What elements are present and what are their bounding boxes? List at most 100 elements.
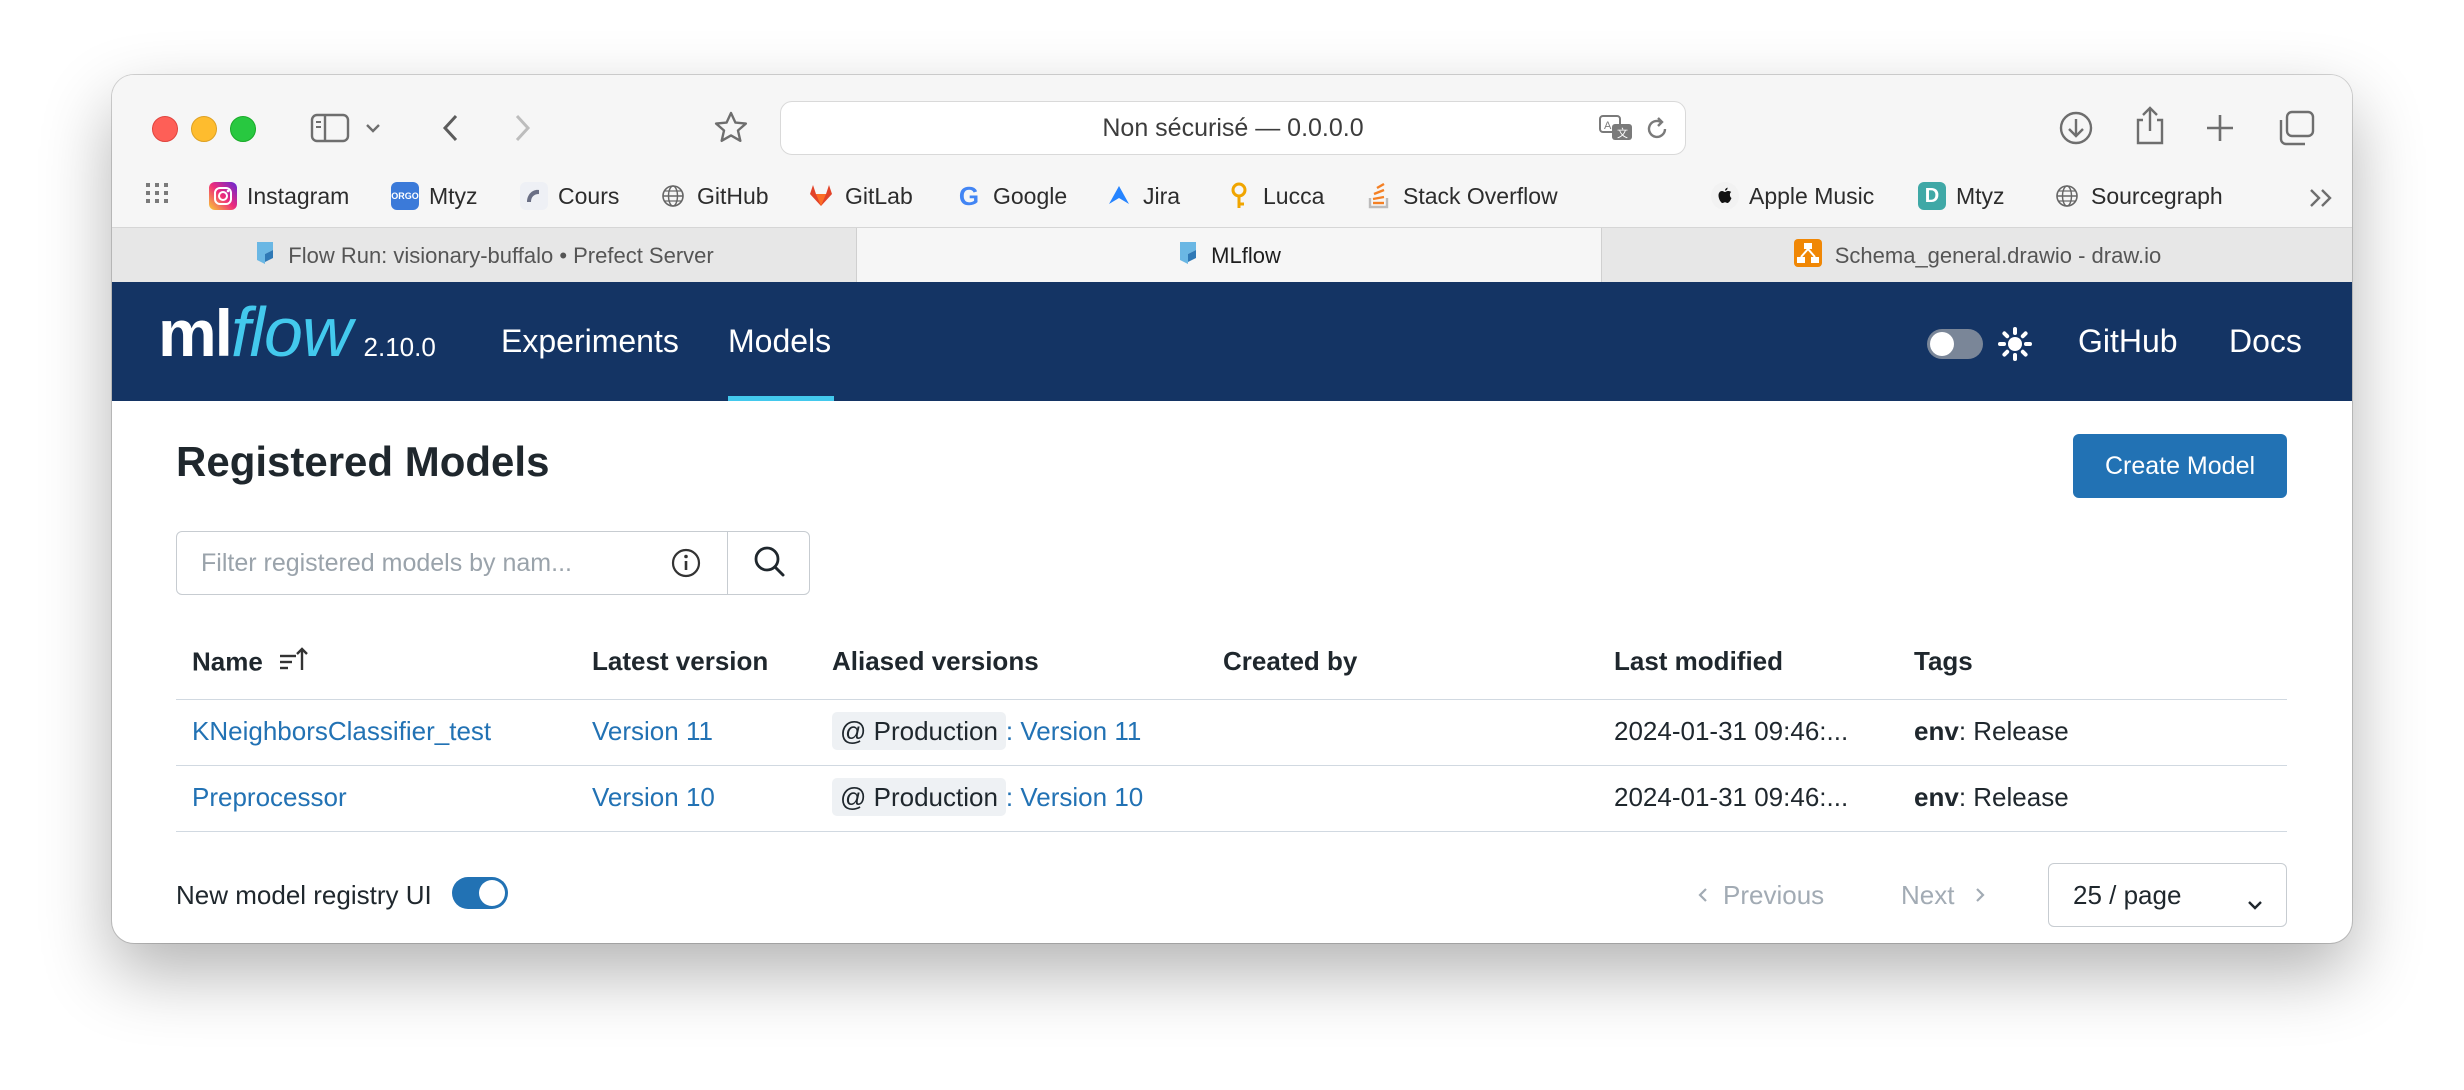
next-page-button[interactable]: Next [1901, 880, 1986, 911]
jira-icon [1105, 182, 1133, 210]
cours-icon [520, 182, 548, 210]
github-link[interactable]: GitHub [2078, 282, 2178, 401]
bookmark-lucca[interactable]: Lucca [1225, 178, 1324, 214]
search-bar [176, 531, 810, 595]
google-icon: G [958, 180, 980, 211]
bookmark-mtyz-2[interactable]: D Mtyz [1918, 178, 2005, 214]
nav-models[interactable]: Models [728, 282, 831, 401]
bookmark-label: Instagram [247, 182, 350, 209]
column-header-aliased-versions: Aliased versions [832, 646, 1039, 676]
mlflow-favicon-icon [1177, 240, 1199, 272]
globe-icon [659, 182, 687, 210]
alias-version-link[interactable]: : Version 10 [1006, 782, 1143, 812]
tab-mlflow[interactable]: MLflow [857, 228, 1602, 283]
version-label: 2.10.0 [363, 332, 436, 362]
bookmark-stack-overflow[interactable]: Stack Overflow [1365, 178, 1558, 214]
bookmark-label: Sourcegraph [2091, 182, 2223, 209]
bookmark-label: Mtyz [1956, 182, 2005, 209]
nav-experiments[interactable]: Experiments [501, 282, 679, 401]
alias-tag[interactable]: @ Production [832, 778, 1006, 816]
latest-version-link[interactable]: Version 10 [592, 782, 715, 813]
chevron-down-icon[interactable] [362, 117, 384, 139]
bookmark-label: GitLab [845, 182, 913, 209]
apps-grid-icon[interactable] [144, 180, 170, 211]
previous-page-button[interactable]: Previous [1697, 880, 1824, 911]
svg-text:A: A [1604, 120, 1612, 132]
tag-key: env [1914, 716, 1959, 746]
bookmark-mtyz[interactable]: ORGO Mtyz [391, 178, 478, 214]
more-bookmarks-icon[interactable] [2307, 186, 2337, 215]
docs-link[interactable]: Docs [2229, 282, 2302, 401]
alias-tag[interactable]: @ Production [832, 712, 1006, 750]
tab-bar: Flow Run: visionary-buffalo • Prefect Se… [112, 227, 2352, 283]
tab-label: Schema_general.drawio - draw.io [1834, 242, 2162, 268]
forward-icon[interactable] [509, 109, 535, 147]
model-name-link[interactable]: KNeighborsClassifier_test [192, 716, 491, 747]
d-icon: D [1918, 182, 1946, 210]
svg-text:文: 文 [1617, 126, 1628, 140]
alias-version-link[interactable]: : Version 11 [1006, 716, 1141, 746]
bookmark-label: Apple Music [1749, 182, 1875, 209]
column-header-name[interactable]: Name [192, 646, 308, 681]
new-registry-ui-toggle[interactable] [452, 877, 508, 909]
sidebar-icon[interactable] [308, 111, 352, 145]
bookmark-label: Jira [1143, 182, 1181, 209]
info-icon[interactable] [670, 547, 702, 584]
drawio-icon [1793, 238, 1823, 274]
address-bar[interactable]: Non sécurisé — 0.0.0.0 A文 [780, 101, 1686, 155]
instagram-icon [209, 182, 237, 210]
bookmark-sourcegraph[interactable]: Sourcegraph [2053, 178, 2223, 214]
globe-icon [2053, 182, 2081, 210]
new-tab-icon[interactable] [2200, 108, 2240, 148]
sort-ascending-icon[interactable] [278, 646, 308, 681]
latest-version-link[interactable]: Version 11 [592, 716, 713, 747]
alias-cell: @ Production: Version 10 [832, 778, 1143, 816]
column-header-tags: Tags [1914, 646, 1973, 676]
star-bookmark-icon[interactable] [711, 108, 751, 148]
tab-label: Flow Run: visionary-buffalo • Prefect Se… [288, 242, 714, 268]
tag-value: : Release [1958, 782, 2069, 812]
bookmark-instagram[interactable]: Instagram [209, 178, 349, 214]
browser-toolbar: Non sécurisé — 0.0.0.0 A文 Instagram ORGO… [112, 75, 2352, 283]
gitlab-icon [807, 182, 835, 210]
bookmark-gitlab[interactable]: GitLab [807, 178, 913, 214]
column-header-created-by: Created by [1223, 646, 1358, 676]
translate-icon[interactable]: A文 [1599, 114, 1633, 149]
zoom-window-button[interactable] [230, 116, 256, 142]
search-input[interactable] [176, 531, 728, 595]
last-modified-cell: 2024-01-31 09:46:... [1614, 782, 1849, 812]
close-window-button[interactable] [152, 116, 178, 142]
divider [176, 765, 2287, 766]
downloads-icon[interactable] [2054, 106, 2098, 150]
mlflow-logo[interactable]: ml flow 2.10.0 [158, 292, 436, 382]
dark-mode-toggle[interactable] [1927, 329, 1983, 359]
search-button[interactable] [727, 531, 810, 595]
bookmark-label: Google [993, 182, 1068, 209]
bookmark-apple-music[interactable]: Apple Music [1711, 178, 1874, 214]
bookmark-cours[interactable]: Cours [520, 178, 619, 214]
active-nav-indicator [728, 396, 834, 401]
reload-icon[interactable] [1643, 115, 1671, 150]
bookmark-google[interactable]: G Google [955, 178, 1067, 214]
bookmark-github[interactable]: GitHub [659, 178, 769, 214]
mlflow-header: ml flow 2.10.0 Experiments Models GitHub… [112, 282, 2352, 401]
tags-cell: env: Release [1914, 782, 2069, 813]
previous-label: Previous [1723, 880, 1825, 910]
chevron-right-icon [1974, 880, 1986, 911]
minimize-window-button[interactable] [191, 116, 217, 142]
create-model-button[interactable]: Create Model [2073, 434, 2287, 498]
share-icon[interactable] [2128, 103, 2172, 149]
tab-prefect[interactable]: Flow Run: visionary-buffalo • Prefect Se… [112, 228, 857, 283]
column-header-latest-version: Latest version [592, 646, 769, 676]
sun-icon [1997, 326, 2033, 367]
model-name-link[interactable]: Preprocessor [192, 782, 347, 813]
tab-overview-icon[interactable] [2274, 107, 2318, 149]
back-icon[interactable] [438, 109, 464, 147]
tag-key: env [1914, 782, 1959, 812]
last-modified-cell: 2024-01-31 09:46:... [1614, 716, 1849, 746]
logo-flow-text: flow [231, 293, 352, 371]
tab-drawio[interactable]: Schema_general.drawio - draw.io [1602, 228, 2352, 283]
page-size-select[interactable]: 25 / page [2048, 863, 2287, 927]
bookmark-label: Mtyz [429, 182, 478, 209]
bookmark-jira[interactable]: Jira [1105, 178, 1180, 214]
